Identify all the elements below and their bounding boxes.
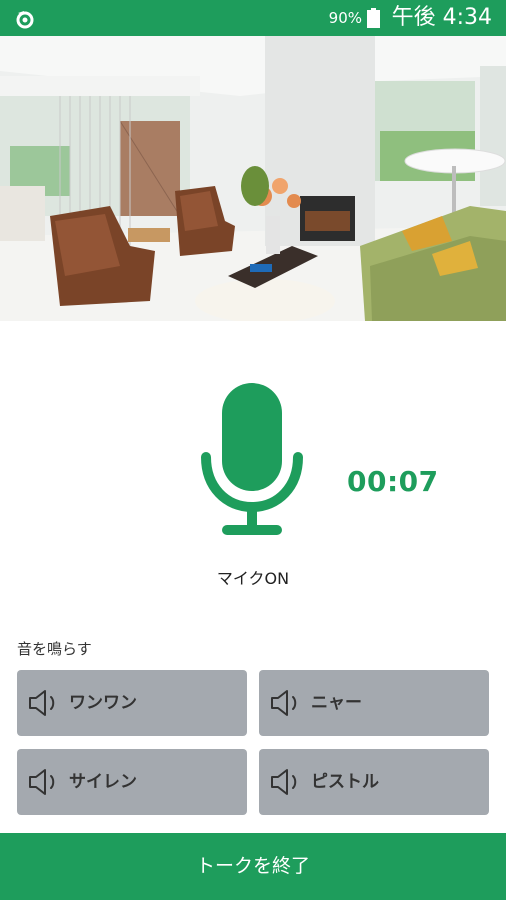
- sound-button-siren[interactable]: サイレン: [17, 749, 247, 815]
- battery-icon: [367, 8, 380, 28]
- speaker-icon: [271, 769, 297, 795]
- speaker-icon: [29, 769, 55, 795]
- sound-button-wanwan[interactable]: ワンワン: [17, 670, 247, 736]
- sound-section-label: 音を鳴らす: [17, 640, 92, 658]
- battery-percent: 90%: [328, 9, 362, 27]
- talk-timer: 00:07: [347, 465, 439, 498]
- sound-button-label: サイレン: [69, 772, 137, 792]
- talk-panel: 00:07 マイクON: [0, 321, 506, 621]
- mic-status-label: マイクON: [216, 569, 290, 588]
- live-camera-image: [0, 36, 506, 321]
- sound-button-label: ワンワン: [69, 693, 137, 713]
- app-notification-icon: [16, 11, 34, 29]
- sound-button-nya[interactable]: ニャー: [259, 670, 489, 736]
- sound-button-label: ピストル: [311, 772, 379, 792]
- camera-view: [0, 36, 506, 321]
- speaker-icon: [29, 690, 55, 716]
- sound-button-pistol[interactable]: ピストル: [259, 749, 489, 815]
- status-clock: 午後 4:34: [391, 5, 492, 30]
- microphone-icon[interactable]: [198, 379, 306, 539]
- end-talk-button[interactable]: トークを終了: [0, 833, 506, 900]
- status-bar: 90% 午後 4:34: [0, 0, 506, 36]
- sound-button-label: ニャー: [311, 693, 362, 713]
- speaker-icon: [271, 690, 297, 716]
